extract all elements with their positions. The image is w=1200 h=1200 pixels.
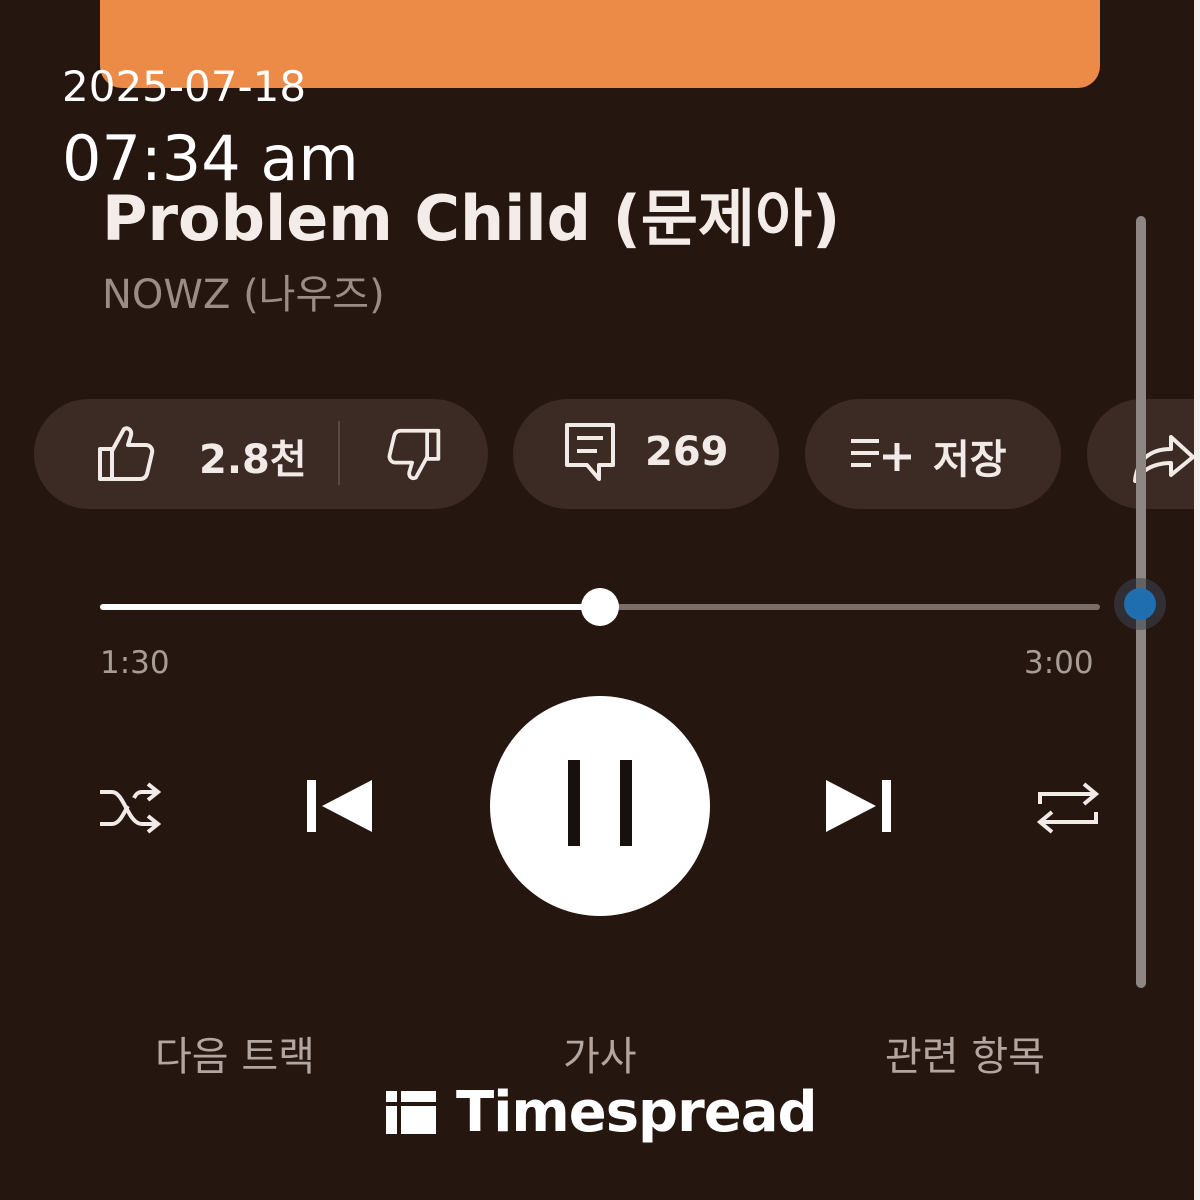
shuffle-button[interactable] <box>98 778 164 838</box>
watermark-brand: Timespread <box>456 1079 818 1145</box>
skip-next-icon <box>826 780 891 832</box>
watermark: Timespread <box>386 1079 818 1145</box>
tab-next-track[interactable]: 다음 트랙 <box>155 1024 315 1082</box>
current-time: 1:30 <box>100 645 170 681</box>
comments-button[interactable]: 269 <box>513 399 779 509</box>
like-divider <box>338 421 340 485</box>
progress-slider[interactable] <box>100 588 1100 626</box>
total-time: 3:00 <box>1024 645 1094 681</box>
progress-fill <box>100 604 600 610</box>
progress-thumb[interactable] <box>581 588 619 626</box>
artist-name[interactable]: NOWZ (나우즈) <box>102 262 385 320</box>
previous-button[interactable] <box>304 776 376 836</box>
overlay-date: 2025-07-18 <box>62 62 307 111</box>
overlay-time: 07:34 am <box>62 122 359 195</box>
tab-lyrics[interactable]: 가사 <box>563 1024 637 1082</box>
comment-icon <box>565 423 615 481</box>
like-count: 2.8천 <box>199 437 307 483</box>
like-button[interactable] <box>94 421 158 485</box>
thumbs-down-icon <box>387 428 441 481</box>
like-dislike-pill: 2.8천 <box>34 399 488 509</box>
pause-button[interactable] <box>490 696 710 916</box>
save-button[interactable]: 저장 <box>805 399 1061 509</box>
scrollbar-thumb[interactable] <box>1124 588 1156 620</box>
pause-icon-bar-left <box>568 760 580 846</box>
add-to-playlist-icon <box>851 439 911 471</box>
shuffle-icon <box>100 782 162 834</box>
music-player-screen: Problem Child (문제아) NOWZ (나우즈) 2.8천 269 <box>0 0 1194 1200</box>
save-label: 저장 <box>933 437 1007 483</box>
dislike-button[interactable] <box>384 427 444 487</box>
right-edge-margin <box>1194 0 1200 1200</box>
skip-previous-icon <box>307 780 372 832</box>
thumbs-up-icon <box>98 426 155 481</box>
repeat-icon <box>1036 782 1100 834</box>
tab-related[interactable]: 관련 항목 <box>885 1024 1045 1082</box>
next-button[interactable] <box>822 776 894 836</box>
repeat-button[interactable] <box>1034 778 1102 838</box>
comment-count: 269 <box>645 429 729 475</box>
pause-icon-bar-right <box>620 760 632 846</box>
timespread-logo-icon <box>386 1091 436 1134</box>
